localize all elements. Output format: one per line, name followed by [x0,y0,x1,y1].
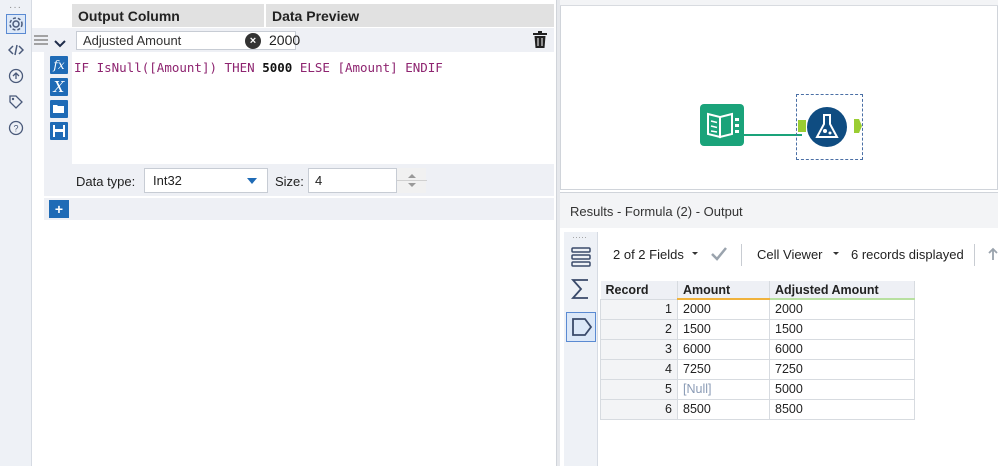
output-column-input[interactable]: Adjusted Amount [76,31,296,50]
drag-handle-icon[interactable] [34,34,48,49]
collapse-chevron-icon[interactable] [54,36,66,51]
adjusted-amount-cell[interactable]: 2000 [769,298,915,320]
results-grid[interactable]: Record Amount Adjusted Amount 1 2000 200… [600,281,915,420]
size-spinner[interactable] [396,168,427,193]
amount-cell[interactable]: 1500 [677,318,770,340]
adjusted-amount-column-header[interactable]: Adjusted Amount [769,281,915,300]
apply-check-icon[interactable] [710,246,728,265]
record-column-header[interactable]: Record [600,281,678,299]
record-cell: 6 [600,398,678,420]
open-folder-icon[interactable] [50,100,68,118]
summarize-icon[interactable] [570,278,591,303]
table-row[interactable]: 4 7250 7250 [600,358,915,380]
function-icon[interactable]: fx [50,56,68,74]
workflow-canvas[interactable] [560,0,998,190]
canvas-top-bar [560,0,998,6]
code-icon[interactable] [6,40,26,60]
record-cell: 3 [600,338,678,360]
toolbar-separator [741,244,742,266]
adjusted-amount-cell[interactable]: 8500 [769,398,915,420]
table-row[interactable]: 2 1500 1500 [600,318,915,340]
delete-icon[interactable] [533,31,547,51]
data-preview-value: 2000 [269,32,301,48]
navigate-icon[interactable] [6,66,26,86]
expr-func: IsNull [96,60,142,75]
table-row[interactable]: 5 [Null] 5000 [600,378,915,400]
fields-dropdown-icon[interactable] [691,246,699,263]
fields-selector[interactable]: 2 of 2 Fields [613,247,684,262]
expr-endif: ENDIF [397,60,443,75]
rail-grip: ··· [9,2,22,13]
amount-cell[interactable]: 7250 [677,358,770,380]
record-cell: 5 [600,378,678,400]
amount-cell[interactable]: 6000 [677,338,770,360]
expr-then: THEN [224,60,263,75]
table-row[interactable]: 6 8500 8500 [600,398,915,420]
expr-field: [Amount] [149,60,210,75]
results-rail-grip: ····· [572,232,587,242]
cell-viewer-selector[interactable]: Cell Viewer [757,247,823,262]
data-preview-header: Data Preview [266,4,554,27]
adjusted-amount-cell[interactable]: 5000 [769,378,915,400]
left-icon-rail: ··· ? [0,0,32,466]
record-cell: 1 [600,298,678,320]
results-title: Results - Formula (2) - Output [560,192,998,228]
expression-editor[interactable]: IF IsNull([Amount]) THEN 5000 ELSE [Amou… [74,60,443,75]
expr-number: 5000 [262,60,293,75]
amount-cell[interactable]: 2000 [677,298,770,320]
output-anchor-icon[interactable] [566,312,596,342]
expr-else: ELSE [292,60,338,75]
results-toolbar: 2 of 2 Fields Cell Viewer 6 records disp… [600,240,998,270]
amount-null-cell[interactable]: [Null] [677,378,770,400]
settings-icon[interactable] [6,14,26,34]
table-row[interactable]: 1 2000 2000 [600,298,915,320]
output-column-header: Output Column [72,4,264,27]
input-data-tool-icon[interactable] [700,104,744,149]
save-icon[interactable] [50,122,68,140]
tag-icon[interactable] [6,92,26,112]
variable-icon[interactable]: X [50,78,68,96]
adjusted-amount-cell[interactable]: 1500 [769,318,915,340]
expr-field-2: [Amount] [337,60,398,75]
expr-paren-close: ) [209,60,225,75]
list-view-icon[interactable] [571,246,591,271]
grid-header-row: Record Amount Adjusted Amount [600,281,915,300]
clear-icon[interactable]: × [245,33,261,49]
viewer-dropdown-icon[interactable] [832,246,840,263]
table-row[interactable]: 3 6000 6000 [600,338,915,360]
dropdown-arrow-icon[interactable] [247,178,257,184]
record-cell: 4 [600,358,678,380]
formula-config-panel: Output Column Data Preview Adjusted Amou… [32,0,556,466]
svg-text:?: ? [13,124,18,134]
add-row-bar [44,198,554,220]
connection-line[interactable] [744,125,802,140]
results-rail: ····· [564,232,598,466]
record-cell: 2 [600,318,678,340]
add-formula-button[interactable]: + [49,200,69,218]
formula-tool-selection[interactable] [796,94,863,160]
expr-if: IF [74,60,97,75]
adjusted-amount-cell[interactable]: 7250 [769,358,915,380]
records-count: 6 records displayed [851,247,964,262]
size-label: Size: [275,174,304,189]
export-icon[interactable] [988,246,998,265]
amount-cell[interactable]: 8500 [677,398,770,420]
data-type-label: Data type: [76,174,136,189]
amount-column-header[interactable]: Amount [677,281,770,300]
toolbar-separator-2 [974,244,975,266]
adjusted-amount-cell[interactable]: 6000 [769,338,915,360]
help-icon[interactable]: ? [6,118,26,138]
